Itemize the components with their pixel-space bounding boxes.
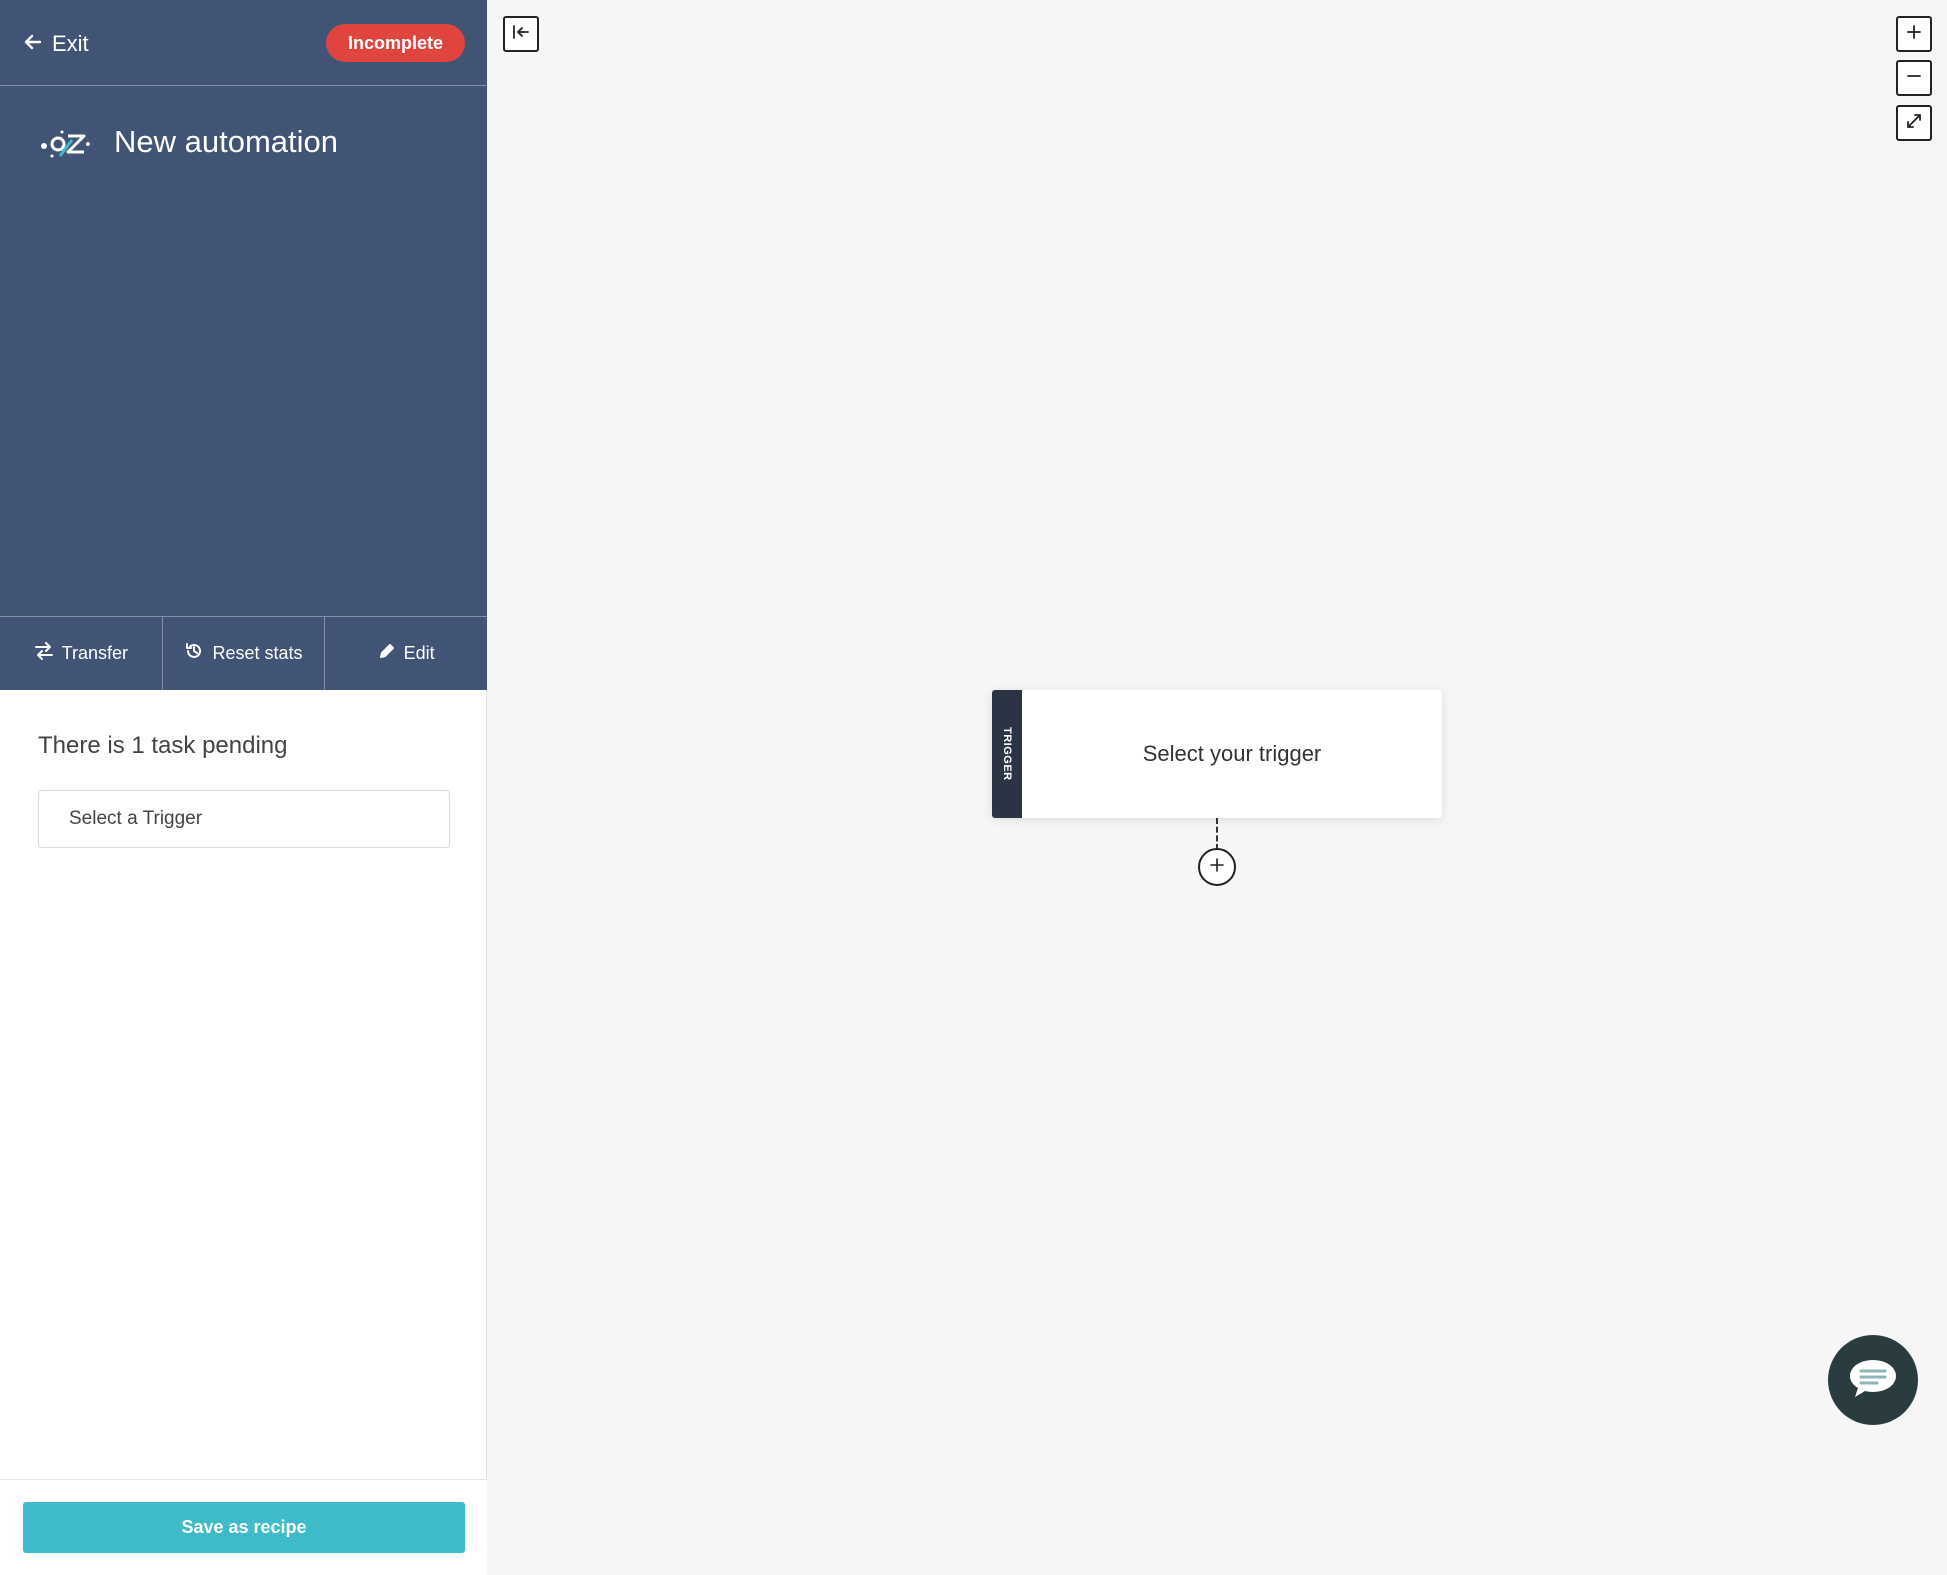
edit-label: Edit [403, 643, 435, 663]
status-badge: Incomplete [325, 24, 465, 62]
zoom-out-button[interactable] [1896, 60, 1932, 96]
trigger-node[interactable]: TRIGGER Select your trigger [992, 690, 1442, 818]
top-bar: Exit Incomplete [0, 0, 487, 86]
arrow-left-icon [24, 31, 52, 57]
workflow-canvas[interactable]: TRIGGER Select your trigger [488, 0, 1947, 1575]
exit-button[interactable]: Exit [24, 28, 89, 60]
transfer-icon [34, 642, 62, 665]
add-step-button[interactable] [1198, 848, 1236, 886]
action-toolbar: Transfer Reset stats Edit [0, 616, 487, 690]
select-trigger-task[interactable]: Select a Trigger [38, 790, 450, 848]
transfer-label: Transfer [61, 643, 129, 663]
save-as-recipe-button[interactable]: Save as recipe [23, 1502, 465, 1553]
reset-stats-button[interactable]: Reset stats [163, 617, 326, 690]
pencil-icon [378, 642, 404, 665]
automation-title-row: New automation [38, 122, 338, 162]
zoom-in-button[interactable] [1896, 16, 1932, 52]
automation-header-panel: Exit Incomplete New automation Transfer … [0, 0, 487, 690]
collapse-left-icon [511, 24, 531, 45]
pending-tasks-text: There is 1 task pending [38, 732, 288, 759]
edit-button[interactable]: Edit [325, 617, 487, 690]
exit-label: Exit [52, 31, 89, 56]
trigger-tab-label: TRIGGER [1001, 727, 1013, 781]
minus-icon [1906, 68, 1922, 89]
chat-bubble-icon [1846, 1356, 1900, 1405]
plus-circle-icon [1209, 857, 1225, 878]
page-title: New automation [114, 124, 339, 159]
automation-logo-icon [38, 122, 92, 162]
trigger-placeholder: Select your trigger [1142, 741, 1322, 766]
collapse-sidebar-button[interactable] [503, 16, 539, 52]
history-icon [184, 641, 212, 666]
transfer-button[interactable]: Transfer [0, 617, 163, 690]
expand-icon [1905, 112, 1923, 135]
reset-stats-label: Reset stats [212, 643, 303, 663]
plus-icon [1906, 24, 1922, 45]
fit-to-screen-button[interactable] [1896, 105, 1932, 141]
select-trigger-label: Select a Trigger [69, 808, 203, 829]
sidebar-footer: Save as recipe [0, 1479, 487, 1575]
trigger-tab: TRIGGER [992, 690, 1022, 818]
node-connector [1216, 818, 1218, 850]
sidebar: Exit Incomplete New automation Transfer … [0, 0, 487, 1575]
chat-button[interactable] [1828, 1335, 1918, 1425]
